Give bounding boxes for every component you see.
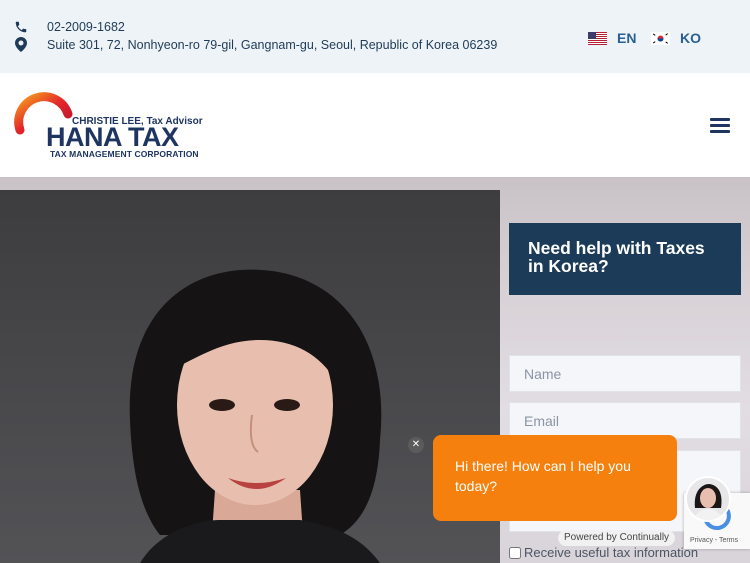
name-placeholder: Name — [524, 366, 562, 382]
map-pin-icon — [14, 37, 28, 52]
phone-row[interactable]: 02-2009-1682 — [14, 20, 125, 34]
powered-by-text: Powered by Continually — [564, 532, 670, 543]
chat-agent-avatar[interactable] — [685, 476, 731, 522]
powered-by-label[interactable]: Powered by Continually — [558, 530, 676, 546]
chat-message: Hi there! How can I help you today? — [455, 458, 631, 494]
site-header: CHRISTIE LEE, Tax Advisor HANA TAX TAX M… — [0, 73, 750, 177]
address-text: Suite 301, 72, Nonhyeon-ro 79-gil, Gangn… — [47, 37, 498, 52]
email-input[interactable]: Email — [509, 402, 741, 439]
lang-ko-link[interactable]: KO — [651, 30, 701, 46]
lang-ko-label[interactable]: KO — [680, 30, 701, 46]
phone-icon — [14, 20, 28, 34]
advisor-portrait-photo — [0, 190, 500, 563]
lang-en-label[interactable]: EN — [617, 30, 636, 46]
tax-info-checkbox-label: Receive useful tax information — [524, 545, 699, 560]
top-contact-bar: 02-2009-1682 Suite 301, 72, Nonhyeon-ro … — [0, 0, 750, 73]
recaptcha-terms[interactable]: Privacy - Terms — [690, 537, 738, 544]
lang-en-link[interactable]: EN — [588, 30, 636, 46]
chat-bubble[interactable]: Hi there! How can I help you today? — [433, 435, 677, 521]
hamburger-menu-icon[interactable] — [710, 118, 730, 134]
help-heading-box: Need help with Taxes in Korea? — [509, 223, 741, 295]
logo-main-text: HANA TAX — [46, 122, 179, 152]
portrait-illustration — [129, 269, 382, 563]
agent-avatar-image — [687, 478, 729, 520]
phone-number[interactable]: 02-2009-1682 — [47, 20, 125, 34]
tax-info-checkbox-row[interactable]: Receive useful tax information — [509, 545, 698, 560]
address-row: Suite 301, 72, Nonhyeon-ro 79-gil, Gangn… — [14, 37, 497, 52]
tax-info-checkbox[interactable] — [509, 546, 521, 559]
us-flag-icon — [588, 31, 607, 45]
email-placeholder: Email — [524, 413, 560, 429]
name-input[interactable]: Name — [509, 355, 741, 392]
hana-tax-logo[interactable]: CHRISTIE LEE, Tax Advisor HANA TAX TAX M… — [14, 90, 204, 162]
kr-flag-icon — [651, 31, 670, 45]
logo-sub-text: TAX MANAGEMENT CORPORATION — [50, 149, 199, 159]
chat-close-icon[interactable]: ✕ — [408, 437, 424, 453]
help-heading: Need help with Taxes in Korea? — [528, 238, 705, 276]
